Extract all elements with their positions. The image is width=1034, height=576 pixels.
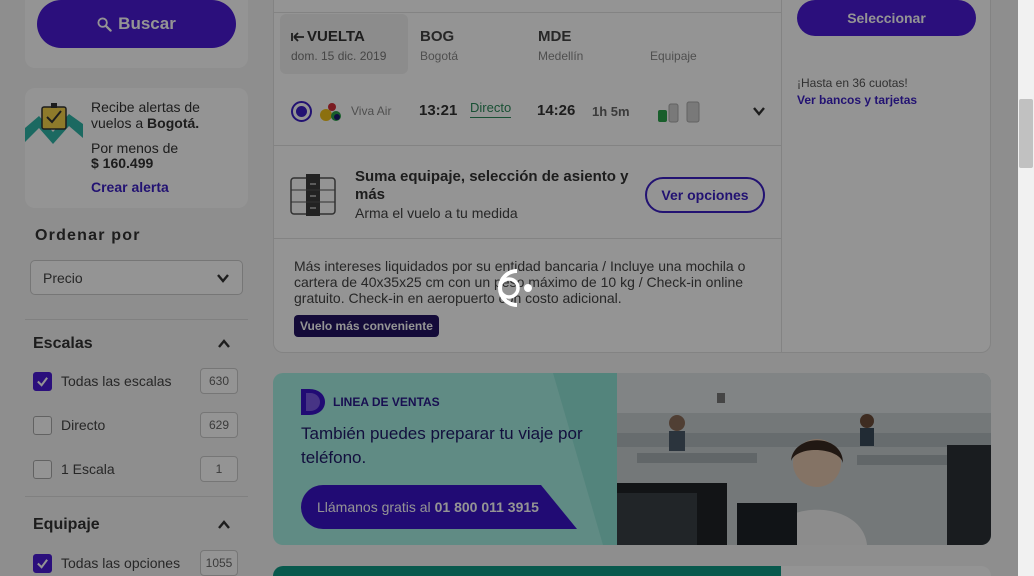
results-page: Buscar Recibe alertas de vuelos a Bogotá… bbox=[0, 0, 1034, 576]
scrollbar-thumb[interactable] bbox=[1019, 99, 1033, 168]
loading-overlay bbox=[0, 0, 1018, 576]
loading-spinner-icon bbox=[498, 269, 532, 307]
page-scrollbar[interactable] bbox=[1018, 0, 1034, 576]
